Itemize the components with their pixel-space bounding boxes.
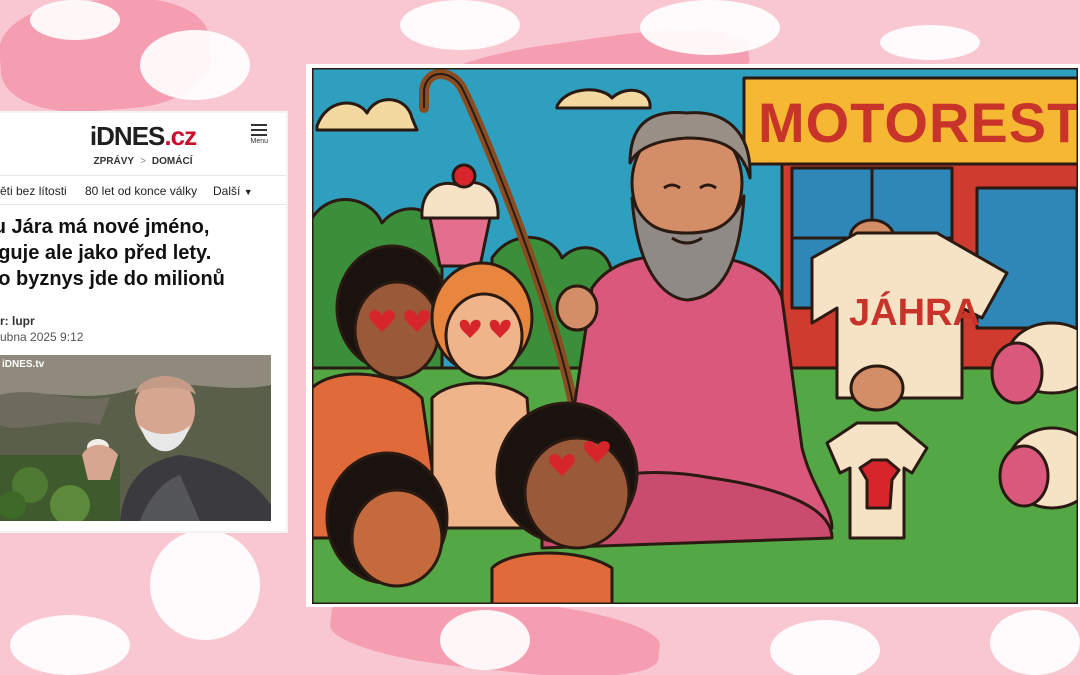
article-meta: r: lupr ubna 2025 9:12 [0,313,83,345]
menu-button[interactable]: Menu [250,124,268,145]
menu-label: Menu [250,138,268,145]
svg-text:iDNES.tv: iDNES.tv [2,359,45,370]
man-in-cave-photo: iDNES.tv [0,355,271,521]
author-line: r: lupr [0,314,35,328]
breadcrumb: ZPRÁVY > DOMÁCÍ [0,156,286,167]
news-article-screenshot: iDNES.cz ZPRÁVY > DOMÁCÍ Menu ěti bez líto… [0,113,286,531]
jahra-shirt-text: JÁHRA [849,290,980,334]
more-tags-dropdown[interactable]: Další ▼ [213,184,253,198]
motorest-sign: MOTOREST [758,91,1078,154]
guru-cartoon-scene: .ol{stroke:#2a1a12;stroke-width:3;stroke… [312,68,1078,604]
video-thumbnail[interactable]: iDNES.tv [0,355,271,521]
headline-line-2: nguje ale jako před lety. [0,242,212,264]
chevron-down-icon: ▼ [243,187,253,197]
site-header: iDNES.cz ZPRÁVY > DOMÁCÍ Menu [0,113,286,176]
breadcrumb-separator: > [140,156,146,167]
article-headline[interactable]: ru Jára má nové jméno, nguje ale jako př… [0,214,286,292]
tag-link-1[interactable]: ěti bez lítosti [0,184,67,198]
breadcrumb-zpravy[interactable]: ZPRÁVY [94,156,135,167]
headline-line-1: ru Jára má nové jméno, [0,216,210,238]
breadcrumb-domaci[interactable]: DOMÁCÍ [152,156,193,167]
cartoon-illustration: .ol{stroke:#2a1a12;stroke-width:3;stroke… [306,64,1080,607]
date-line: ubna 2025 9:12 [0,330,84,344]
tag-bar: ěti bez lítosti 80 let od konce války Da… [0,176,286,205]
hamburger-icon [251,124,268,136]
headline-line-3: ho byznys jde do milionů [0,268,225,290]
idnes-logo[interactable]: iDNES.cz [0,121,286,152]
tag-link-2[interactable]: 80 let od konce války [85,184,197,198]
